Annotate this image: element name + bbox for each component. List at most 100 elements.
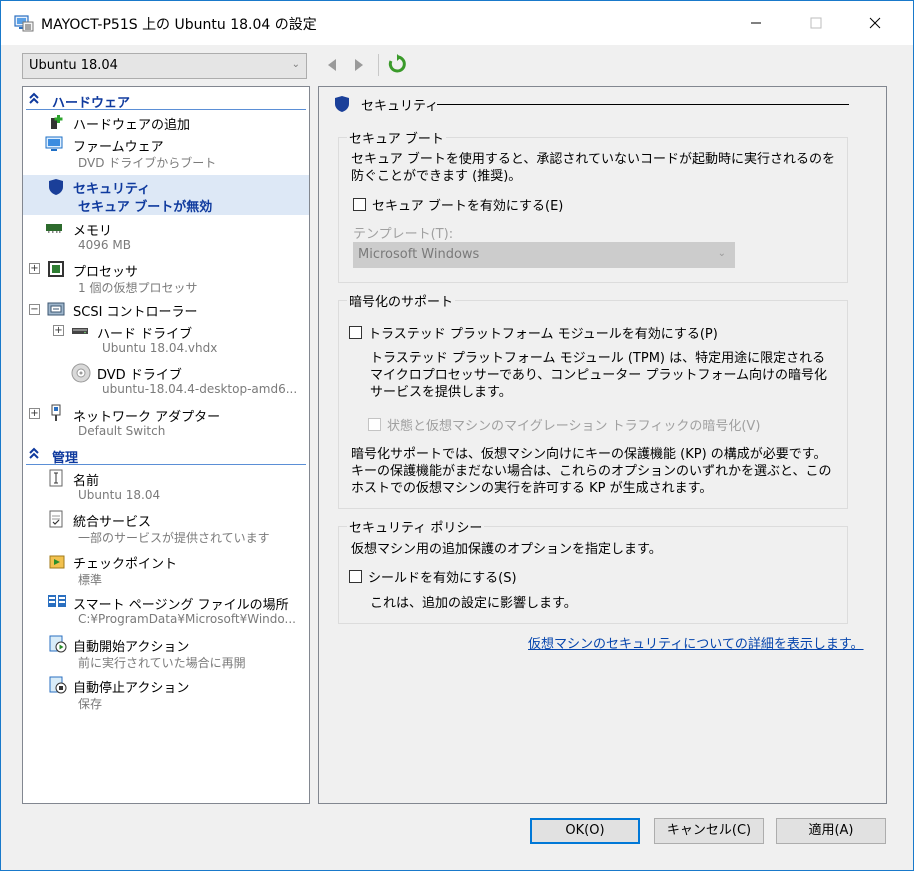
sidebar-item-network-adapter[interactable]: + ネットワーク アダプター Default Switch <box>23 403 309 443</box>
sidebar-item-auto-stop[interactable]: 自動停止アクション 保存 <box>23 674 309 714</box>
sidebar-item-label: プロセッサ <box>73 265 139 280</box>
tpm-description: トラステッド プラットフォーム モジュール (TPM) は、特定用途に限定される… <box>370 351 828 400</box>
apply-button[interactable]: 適用(A) <box>776 818 886 844</box>
processor-icon <box>47 260 65 277</box>
template-select: Microsoft Windows ⌄ <box>353 242 735 268</box>
sidebar-item-sublabel: 保存 <box>78 697 103 711</box>
sidebar-item-label: 自動開始アクション <box>73 640 190 655</box>
sidebar-item-smart-paging[interactable]: スマート ページング ファイルの場所 C:¥ProgramData¥Micros… <box>23 591 309 631</box>
ok-button[interactable]: OK(O) <box>530 818 640 844</box>
sidebar-item-security[interactable]: セキュリティ セキュア ブートが無効 <box>23 175 309 215</box>
refresh-icon[interactable] <box>387 54 407 78</box>
close-button[interactable] <box>852 1 898 45</box>
security-details-link[interactable]: 仮想マシンのセキュリティについての詳細を表示します。 <box>528 633 864 652</box>
panel-splitter[interactable] <box>310 86 318 804</box>
checkbox-box[interactable] <box>368 418 381 431</box>
sidebar-item-sublabel: Default Switch <box>78 424 166 438</box>
checkbox-box[interactable] <box>353 198 366 211</box>
sidebar-item-label: チェックポイント <box>73 557 178 572</box>
sidebar-item-dvd-drive[interactable]: DVD ドライブ ubuntu-18.04.4-desktop-amd6... <box>23 361 309 401</box>
chevron-down-icon: ⌄ <box>291 59 300 70</box>
sidebar-item-label: メモリ <box>73 224 113 239</box>
integration-services-icon <box>49 510 67 528</box>
sidebar-item-sublabel: ubuntu-18.04.4-desktop-amd6... <box>102 382 298 396</box>
collapse-icon[interactable]: − <box>29 304 40 315</box>
minimize-button[interactable] <box>733 1 779 45</box>
vm-select[interactable]: Ubuntu 18.04 ⌄ <box>22 53 307 79</box>
window-title: MAYOCT-P51S 上の Ubuntu 18.04 の設定 <box>41 17 317 33</box>
expand-icon[interactable]: + <box>29 408 40 419</box>
forward-arrow-icon[interactable] <box>353 58 365 76</box>
vm-settings-icon <box>14 14 34 32</box>
sidebar-item-sublabel: セキュア ブートが無効 <box>78 200 213 215</box>
policy-description: 仮想マシン用の追加保護のオプションを指定します。 <box>351 542 662 557</box>
panel-title: セキュリティ <box>361 99 439 114</box>
title-bar: MAYOCT-P51S 上の Ubuntu 18.04 の設定 <box>1 1 913 45</box>
shield-icon <box>47 178 65 195</box>
sidebar-item-checkpoints[interactable]: チェックポイント 標準 <box>23 550 309 590</box>
sidebar-item-add-hardware[interactable]: ハードウェアの追加 <box>23 112 309 133</box>
management-section-header[interactable]: 管理 <box>26 445 306 466</box>
sidebar-item-sublabel: C:¥ProgramData¥Microsoft¥Windo... <box>78 612 296 626</box>
sidebar-item-sublabel: 標準 <box>78 573 103 587</box>
shield-checkbox[interactable]: シールドを有効にする(S) <box>349 567 517 586</box>
collapse-chevron-icon <box>28 447 40 465</box>
encrypt-migration-checkbox[interactable]: 状態と仮想マシンのマイグレーション トラフィックの暗号化(V) <box>368 415 760 434</box>
vm-select-value: Ubuntu 18.04 <box>29 58 118 73</box>
memory-icon <box>45 222 63 238</box>
security-policy-group: セキュリティ ポリシー 仮想マシン用の追加保護のオプションを指定します。 シール… <box>338 517 848 624</box>
security-settings-panel: セキュリティ セキュア ブート セキュア ブートを使用すると、承認されていないコ… <box>318 86 887 804</box>
template-select-value: Microsoft Windows <box>358 247 480 262</box>
hardware-header-label: ハードウェア <box>52 96 131 111</box>
sidebar-item-memory[interactable]: メモリ 4096 MB <box>23 217 309 257</box>
smart-paging-icon <box>47 593 66 609</box>
toolbar-divider <box>378 54 379 76</box>
settings-tree: ハードウェア ハードウェアの追加 ファームウェア DVD ドライブからブート セ… <box>22 86 310 804</box>
add-hardware-icon <box>49 114 67 130</box>
management-header-label: 管理 <box>52 451 79 466</box>
hardware-section-header[interactable]: ハードウェア <box>26 90 306 111</box>
maximize-button[interactable] <box>793 1 839 45</box>
firmware-icon <box>45 136 63 152</box>
checkbox-box[interactable] <box>349 326 362 339</box>
sidebar-item-label: ネットワーク アダプター <box>73 410 221 425</box>
settings-window: MAYOCT-P51S 上の Ubuntu 18.04 の設定 Ubuntu 1… <box>0 0 914 871</box>
group-title: セキュア ブート <box>347 128 446 147</box>
cancel-button[interactable]: キャンセル(C) <box>654 818 764 844</box>
sidebar-item-label: セキュリティ <box>73 182 151 197</box>
maximize-icon <box>810 17 822 29</box>
sidebar-item-sublabel: DVD ドライブからブート <box>78 156 217 170</box>
tpm-checkbox[interactable]: トラステッド プラットフォーム モジュールを有効にする(P) <box>349 323 718 342</box>
shield-note: これは、追加の設定に影響します。 <box>370 596 577 611</box>
checkbox-label: トラステッド プラットフォーム モジュールを有効にする(P) <box>368 327 718 342</box>
sidebar-item-sublabel: 4096 MB <box>78 238 131 252</box>
sidebar-item-scsi-controller[interactable]: − SCSI コントローラー <box>23 299 309 320</box>
sidebar-item-name[interactable]: 名前 Ubuntu 18.04 <box>23 467 309 507</box>
template-label: テンプレート(T): <box>353 227 454 242</box>
shield-icon <box>333 95 351 117</box>
sidebar-item-processor[interactable]: + プロセッサ 1 個の仮想プロセッサ <box>23 258 309 298</box>
minimize-icon <box>751 22 761 24</box>
sidebar-item-firmware[interactable]: ファームウェア DVD ドライブからブート <box>23 133 309 173</box>
checkpoint-icon <box>49 552 67 569</box>
checkbox-label: 状態と仮想マシンのマイグレーション トラフィックの暗号化(V) <box>387 419 761 434</box>
expand-icon[interactable]: + <box>29 263 40 274</box>
sidebar-item-sublabel: Ubuntu 18.04.vhdx <box>102 341 218 355</box>
back-arrow-icon[interactable] <box>326 58 338 76</box>
dvd-disc-icon <box>71 363 91 383</box>
encryption-support-group: 暗号化のサポート トラステッド プラットフォーム モジュールを有効にする(P) … <box>338 291 848 509</box>
sidebar-item-label: ハードウェアの追加 <box>73 118 191 133</box>
sidebar-item-label: 名前 <box>73 474 100 489</box>
chevron-down-icon: ⌄ <box>717 248 726 259</box>
expand-icon[interactable]: + <box>53 325 64 336</box>
sidebar-item-sublabel: 一部のサービスが提供されています <box>78 531 270 545</box>
sidebar-item-auto-start[interactable]: 自動開始アクション 前に実行されていた場合に再開 <box>23 633 309 673</box>
checkbox-label: セキュア ブートを有効にする(E) <box>372 199 564 214</box>
sidebar-item-hard-drive[interactable]: + ハード ドライブ Ubuntu 18.04.vhdx <box>23 320 309 360</box>
checkbox-box[interactable] <box>349 570 362 583</box>
auto-stop-icon <box>49 676 67 694</box>
sidebar-item-label: 統合サービス <box>73 515 152 530</box>
secure-boot-checkbox[interactable]: セキュア ブートを有効にする(E) <box>353 195 563 214</box>
sidebar-item-integration-services[interactable]: 統合サービス 一部のサービスが提供されています <box>23 508 309 548</box>
group-title: 暗号化のサポート <box>347 291 456 310</box>
